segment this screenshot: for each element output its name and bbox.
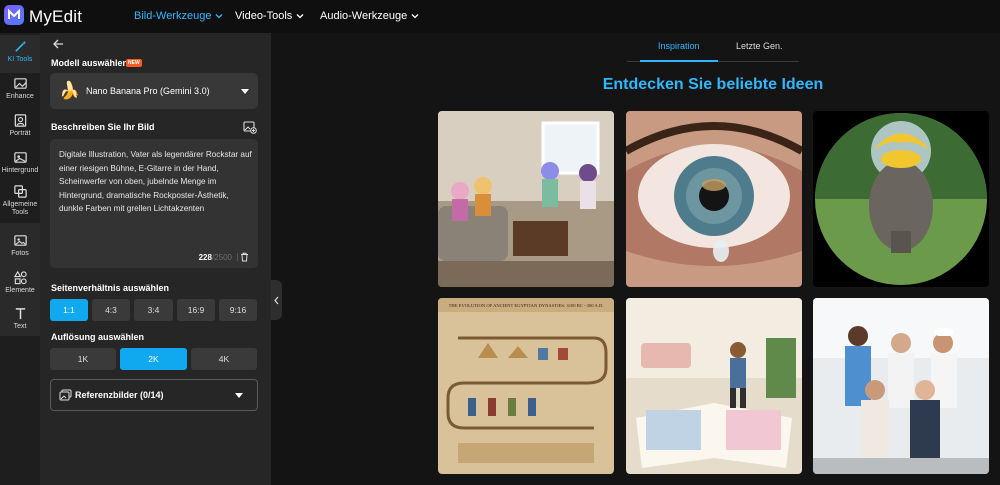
rail-item-portrait[interactable]: Porträt — [0, 109, 40, 147]
counter-divider — [237, 253, 238, 261]
magic-wand-icon — [14, 40, 26, 52]
ratio-option-16-9[interactable]: 16:9 — [177, 299, 215, 321]
ratio-option-1-1[interactable]: 1:1 — [50, 299, 88, 321]
rail-label: Text — [13, 323, 27, 330]
app-name[interactable]: MyEdit — [29, 7, 82, 27]
gallery-item-living-room[interactable] — [438, 111, 614, 287]
prompt-text: Digitale Illustration, Vater als legendä… — [59, 150, 252, 213]
resolution-option-4k[interactable]: 4K — [191, 348, 257, 370]
resolution-option-2k[interactable]: 2K — [120, 348, 187, 370]
rail-item-allgemeine-tools[interactable]: Allgemeine Tools — [0, 180, 40, 218]
tab-inspiration[interactable]: Inspiration — [658, 41, 700, 51]
resolution-option-1k[interactable]: 1K — [50, 348, 116, 370]
rail-label: Enhance — [6, 93, 34, 100]
resolution-section-title: Auflösung auswählen — [51, 332, 145, 342]
photos-icon — [13, 235, 27, 246]
rail-item-ki-tools[interactable]: KI Tools — [0, 35, 40, 73]
trash-icon[interactable] — [240, 252, 249, 262]
text-icon — [15, 308, 25, 320]
back-arrow-icon[interactable] — [52, 38, 64, 50]
nav-audio-werkzeuge[interactable]: Audio-Werkzeuge — [320, 10, 419, 22]
nav-video-tools[interactable]: Video-Tools — [235, 10, 304, 22]
model-name: Nano Banana Pro (Gemini 3.0) — [86, 86, 210, 96]
rail-item-enhance[interactable]: Enhance — [0, 72, 40, 110]
nav-label: Bild-Werkzeuge — [134, 10, 212, 22]
rail-item-hintergrund[interactable]: Hintergrund — [0, 146, 40, 184]
prompt-section-title: Beschreiben Sie Ihr Bild — [51, 122, 155, 132]
ratio-option-9-16[interactable]: 9:16 — [219, 299, 257, 321]
background-icon — [13, 152, 27, 163]
nav-label: Video-Tools — [235, 10, 293, 22]
chevron-down-icon — [296, 14, 304, 19]
tab-letzte-gen[interactable]: Letzte Gen. — [736, 41, 783, 51]
ratio-option-3-4[interactable]: 3:4 — [134, 299, 173, 321]
model-select[interactable]: 🍌 Nano Banana Pro (Gemini 3.0) — [50, 73, 258, 109]
chevron-left-icon — [274, 296, 279, 304]
eye-tear-image — [626, 111, 802, 287]
rail-label: KI Tools — [7, 56, 33, 63]
new-badge: NEW — [126, 59, 142, 67]
egypt-caption: THE EVOLUTION OF ANCIENT EGYPTIAN DYNAST… — [449, 303, 604, 308]
myedit-logo-icon[interactable] — [4, 5, 24, 25]
banana-icon: 🍌 — [59, 81, 81, 100]
model-section-title: Modell auswählen — [51, 58, 129, 68]
portrait-icon — [14, 114, 26, 127]
chevron-down-icon — [411, 14, 419, 19]
rail-item-fotos[interactable]: Fotos — [0, 229, 40, 267]
fisheye-elephant-image — [813, 111, 989, 287]
gallery-item-professionals[interactable] — [813, 298, 989, 474]
dropdown-caret-icon — [235, 393, 243, 398]
storybook-girl-image — [626, 298, 802, 474]
reference-images-icon — [59, 389, 72, 401]
collapse-panel-button[interactable] — [271, 280, 282, 320]
rail-label: Elemente — [5, 287, 35, 294]
active-tab-indicator — [640, 60, 718, 62]
rail-item-elemente[interactable]: Elemente — [0, 266, 40, 304]
chevron-down-icon — [215, 14, 223, 19]
gallery-item-fisheye[interactable] — [813, 111, 989, 287]
reference-images-label: Referenzbilder (0/14) — [75, 390, 164, 400]
dropdown-caret-icon — [241, 89, 249, 94]
ratio-section-title: Seitenverhältnis auswählen — [51, 283, 170, 293]
gallery-item-storybook[interactable] — [626, 298, 802, 474]
ratio-option-4-3[interactable]: 4:3 — [92, 299, 130, 321]
char-max: /2500 — [211, 253, 232, 262]
rail-item-text[interactable]: Text — [0, 302, 40, 340]
rail-label: Porträt — [9, 130, 31, 137]
prompt-textarea[interactable]: Digitale Illustration, Vater als legendä… — [50, 139, 258, 268]
reference-images-dropdown[interactable]: Referenzbilder (0/14) — [50, 379, 258, 411]
char-count: 228 — [198, 253, 212, 262]
elements-icon — [13, 270, 27, 285]
gallery-item-egypt[interactable]: THE EVOLUTION OF ANCIENT EGYPTIAN DYNAST… — [438, 298, 614, 474]
gallery-heading: Entdecken Sie beliebte Ideen — [602, 76, 824, 93]
gallery-item-eye[interactable] — [626, 111, 802, 287]
egypt-timeline-image: THE EVOLUTION OF ANCIENT EGYPTIAN DYNAST… — [438, 298, 614, 474]
nav-bild-werkzeuge[interactable]: Bild-Werkzeuge — [134, 10, 223, 22]
char-counter: 228/2500 — [199, 253, 232, 262]
image-prompt-icon[interactable] — [243, 121, 257, 134]
enhance-icon — [13, 78, 27, 89]
nav-label: Audio-Werkzeuge — [320, 10, 408, 22]
rail-label: Hintergrund — [1, 167, 39, 174]
tools-icon — [13, 185, 27, 198]
living-room-girls-image — [438, 111, 614, 287]
rail-label: Fotos — [11, 250, 29, 257]
professionals-group-image — [813, 298, 989, 474]
rail-label: Allgemeine Tools — [2, 201, 38, 216]
